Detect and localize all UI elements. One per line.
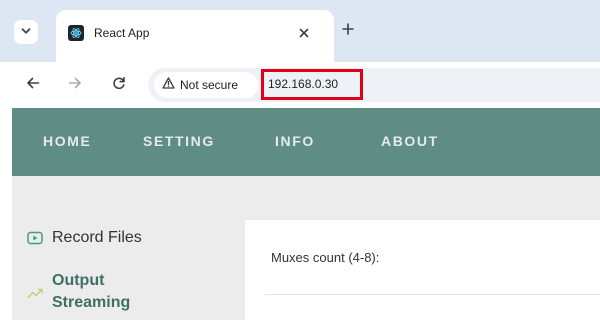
close-icon	[299, 25, 309, 43]
url-highlight-box	[261, 69, 363, 100]
nav-setting[interactable]: SETTING	[143, 133, 215, 149]
tab-title: React App	[94, 26, 150, 40]
arrow-left-icon	[26, 76, 40, 95]
plus-icon	[342, 22, 354, 40]
browser-tab-strip: React App	[0, 0, 600, 62]
sidebar-item-label: Output Streaming	[52, 272, 131, 311]
security-label: Not secure	[180, 78, 239, 92]
close-tab-button[interactable]	[294, 24, 314, 44]
trend-line-icon	[26, 284, 44, 302]
chevron-down-icon	[21, 23, 31, 41]
back-button[interactable]	[22, 74, 44, 96]
security-indicator[interactable]: Not secure	[154, 72, 258, 98]
tab-search-button[interactable]	[14, 20, 38, 44]
nav-info[interactable]: INFO	[275, 133, 315, 149]
reload-button[interactable]	[108, 74, 130, 96]
nav-home[interactable]: HOME	[43, 133, 91, 149]
sidebar-item-record-files[interactable]: Record Files	[26, 228, 142, 248]
react-atom-icon	[68, 25, 84, 41]
app-navbar: HOME SETTING INFO ABOUT	[12, 108, 600, 176]
muxes-count-label: Muxes count (4-8):	[271, 250, 380, 265]
play-box-icon	[26, 229, 44, 247]
sidebar-item-output-streaming[interactable]: Output Streaming	[26, 270, 152, 314]
sidebar-item-label: Record Files	[52, 229, 142, 246]
address-bar[interactable]: Not secure 192.168.0.30	[148, 68, 600, 102]
browser-tab-active[interactable]: React App	[56, 10, 334, 62]
app-body: Record Files Output Streaming Muxes coun…	[12, 176, 600, 320]
arrow-right-icon	[68, 76, 82, 95]
new-tab-button[interactable]	[338, 21, 358, 41]
content-panel: Muxes count (4-8):	[245, 220, 600, 320]
forward-button[interactable]	[64, 74, 86, 96]
reload-icon	[112, 76, 126, 95]
panel-divider	[265, 294, 600, 295]
nav-about[interactable]: ABOUT	[381, 133, 439, 149]
warning-triangle-icon	[162, 76, 175, 94]
